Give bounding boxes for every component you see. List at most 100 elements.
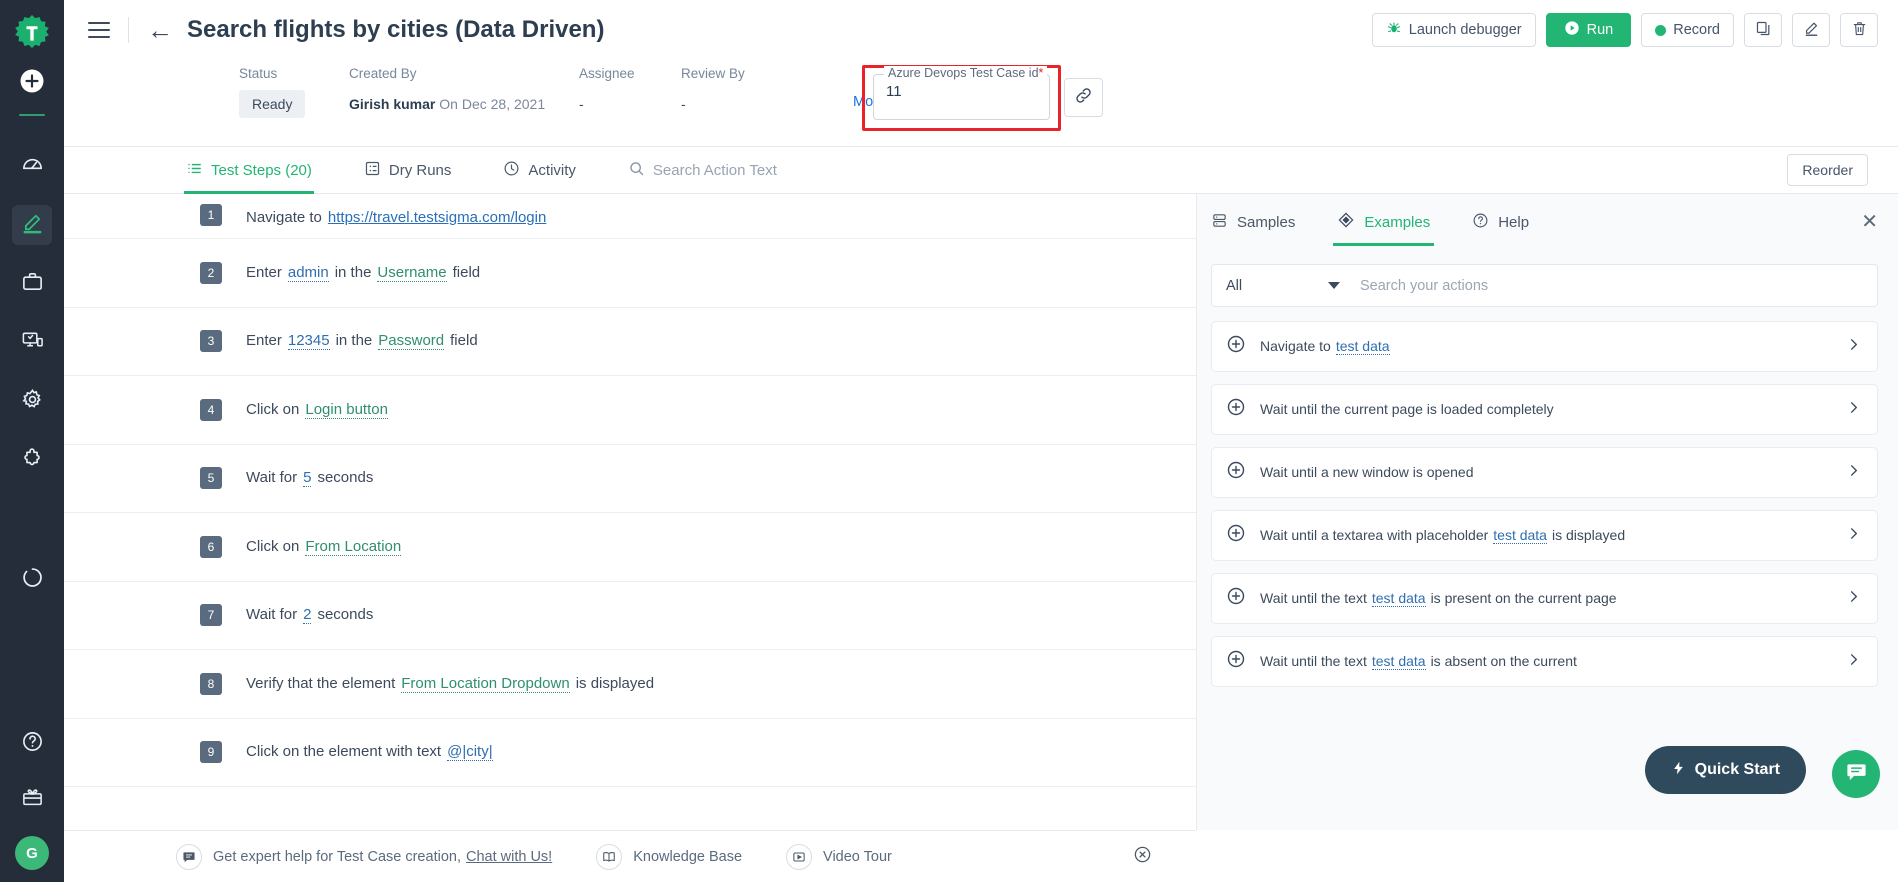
arrow-left-icon[interactable]: ← bbox=[147, 17, 173, 43]
sidebar-item-addons[interactable] bbox=[12, 441, 52, 481]
tab-help[interactable]: Help bbox=[1472, 195, 1529, 250]
action-filter-select[interactable]: All bbox=[1212, 265, 1354, 306]
step-token-data[interactable]: @|city| bbox=[447, 743, 493, 762]
step-token-data[interactable]: 5 bbox=[303, 469, 312, 488]
step-token-data[interactable]: 2 bbox=[303, 606, 312, 625]
example-item[interactable]: Navigate to test data bbox=[1211, 321, 1878, 372]
avatar[interactable]: G bbox=[15, 836, 49, 870]
step-text: Click on From Location bbox=[246, 538, 407, 556]
chat-with-us-item[interactable]: Get expert help for Test Case creation, … bbox=[176, 843, 552, 870]
test-step-row[interactable]: 6 Click on From Location bbox=[64, 513, 1196, 582]
example-text-fragment: Wait until a textarea with placeholder bbox=[1260, 527, 1489, 544]
plus-circle-icon[interactable] bbox=[1226, 586, 1246, 611]
test-step-row[interactable]: 5 Wait for 5 seconds bbox=[64, 445, 1196, 513]
add-new-button[interactable] bbox=[19, 68, 45, 94]
tab-examples-label: Examples bbox=[1364, 213, 1431, 231]
record-button[interactable]: Record bbox=[1641, 13, 1734, 47]
plus-circle-icon[interactable] bbox=[1226, 397, 1246, 422]
test-steps-pane: 1 Navigate to https://travel.testsigma.com… bbox=[64, 194, 1196, 830]
tab-activity[interactable]: Activity bbox=[501, 147, 578, 194]
example-item[interactable]: Wait until the text test data is present o… bbox=[1211, 573, 1878, 624]
assignee-value: - bbox=[579, 96, 584, 112]
step-token-elem[interactable]: From Location Dropdown bbox=[401, 675, 570, 693]
tab-samples[interactable]: Samples bbox=[1211, 195, 1295, 250]
example-item[interactable]: Wait until a textarea with placeholder te… bbox=[1211, 510, 1878, 561]
test-step-row[interactable]: 9 Click on the element with text @|city| bbox=[64, 719, 1196, 787]
test-step-row[interactable]: 7 Wait for 2 seconds bbox=[64, 582, 1196, 650]
step-text-fragment: Enter bbox=[246, 332, 282, 350]
example-item[interactable]: Wait until the text test data is absent on… bbox=[1211, 636, 1878, 687]
test-step-row[interactable]: 4 Click on Login button bbox=[64, 376, 1196, 445]
quick-start-button[interactable]: Quick Start bbox=[1644, 746, 1806, 794]
step-token-elem[interactable]: From Location bbox=[305, 538, 402, 556]
chat-fab-button[interactable] bbox=[1832, 750, 1880, 798]
delete-button[interactable] bbox=[1840, 13, 1878, 47]
step-token-elem[interactable]: Username bbox=[377, 264, 447, 282]
example-item[interactable]: Wait until a new window is opened bbox=[1211, 447, 1878, 498]
example-token-data: test data bbox=[1335, 338, 1390, 356]
chevron-right-icon[interactable] bbox=[1846, 337, 1861, 357]
step-token-data[interactable]: admin bbox=[287, 264, 329, 282]
tab-test-steps[interactable]: Test Steps (20) bbox=[184, 147, 314, 194]
reorder-button[interactable]: Reorder bbox=[1787, 154, 1868, 186]
close-circle-icon[interactable] bbox=[1133, 845, 1152, 869]
edit-button[interactable] bbox=[1792, 13, 1830, 47]
chevron-right-icon[interactable] bbox=[1846, 463, 1861, 483]
step-text-fragment: Click on bbox=[246, 400, 300, 418]
step-text: Click on Login button bbox=[246, 401, 394, 419]
chevron-right-icon[interactable] bbox=[1846, 652, 1861, 672]
plus-circle-icon[interactable] bbox=[1226, 334, 1246, 359]
actions-search-input[interactable]: Search your actions bbox=[1354, 278, 1877, 294]
plus-circle-icon[interactable] bbox=[1226, 649, 1246, 674]
test-step-row[interactable]: 8 Verify that the element From Location Dr… bbox=[64, 650, 1196, 719]
step-number: 8 bbox=[200, 672, 222, 695]
chat-bubble-icon bbox=[176, 843, 202, 870]
launch-debugger-button[interactable]: Launch debugger bbox=[1371, 13, 1536, 47]
copy-button[interactable] bbox=[1744, 13, 1782, 47]
test-step-row[interactable]: 2 Enter admin in the Username field bbox=[64, 239, 1196, 308]
step-text-fragment: Click on bbox=[246, 537, 300, 555]
test-steps-list[interactable]: 1 Navigate to https://travel.testsigma.com… bbox=[64, 194, 1196, 830]
step-token-data[interactable]: 12345 bbox=[287, 332, 330, 351]
sidebar-item-whats-new[interactable] bbox=[12, 780, 52, 820]
chevron-right-icon[interactable] bbox=[1846, 589, 1861, 609]
sidebar-item-dashboard[interactable] bbox=[12, 146, 52, 186]
hamburger-icon[interactable] bbox=[88, 22, 110, 38]
chat-with-us-link[interactable]: Chat with Us! bbox=[466, 849, 552, 865]
plus-circle-icon[interactable] bbox=[1226, 460, 1246, 485]
example-text: Navigate to test data bbox=[1260, 336, 1836, 356]
sidebar-item-settings[interactable] bbox=[12, 382, 52, 422]
run-button[interactable]: Run bbox=[1545, 13, 1632, 47]
link-test-case-button[interactable] bbox=[1064, 78, 1103, 117]
azure-test-case-id-field[interactable]: Azure Devops Test Case id* 11 bbox=[873, 66, 1050, 120]
test-step-row[interactable]: 3 Enter 12345 in the Password field bbox=[64, 308, 1196, 376]
side-panel: Samples Examples Help ✕ All Search your … bbox=[1196, 194, 1898, 830]
step-token-elem[interactable]: Password bbox=[378, 332, 445, 351]
chevron-right-icon[interactable] bbox=[1846, 526, 1861, 546]
sidebar-item-test-plans[interactable] bbox=[12, 264, 52, 304]
chevron-right-icon[interactable] bbox=[1846, 400, 1861, 420]
video-tour-item[interactable]: Video Tour bbox=[786, 843, 892, 870]
example-item[interactable]: Wait until the current page is loaded co… bbox=[1211, 384, 1878, 435]
sidebar-item-runs[interactable] bbox=[12, 560, 52, 600]
briefcase-icon bbox=[21, 270, 44, 298]
devices-icon bbox=[21, 329, 44, 357]
sidebar-item-test-development[interactable] bbox=[12, 205, 52, 245]
video-play-icon bbox=[786, 843, 813, 870]
testsigma-logo-icon[interactable] bbox=[10, 10, 54, 54]
knowledge-base-item[interactable]: Knowledge Base bbox=[596, 843, 742, 870]
step-token-elem[interactable]: Login button bbox=[305, 401, 388, 419]
close-icon[interactable]: ✕ bbox=[1861, 212, 1878, 232]
step-token-url[interactable]: https://travel.testsigma.com/login bbox=[328, 209, 546, 226]
circle-progress-icon bbox=[21, 566, 44, 594]
tab-dry-runs[interactable]: Dry Runs bbox=[362, 147, 454, 194]
sidebar-item-test-lab[interactable] bbox=[12, 323, 52, 363]
tab-examples[interactable]: Examples bbox=[1333, 195, 1435, 250]
gear-icon bbox=[21, 388, 44, 416]
search-action-text-input[interactable]: Search Action Text bbox=[626, 147, 779, 194]
test-step-row[interactable]: 1 Navigate to https://travel.testsigma.com… bbox=[64, 194, 1196, 239]
example-text-fragment: is displayed bbox=[1551, 527, 1626, 544]
plus-circle-icon[interactable] bbox=[1226, 523, 1246, 548]
step-text: Navigate to https://travel.testsigma.com/… bbox=[246, 209, 552, 226]
sidebar-item-help[interactable] bbox=[12, 724, 52, 764]
